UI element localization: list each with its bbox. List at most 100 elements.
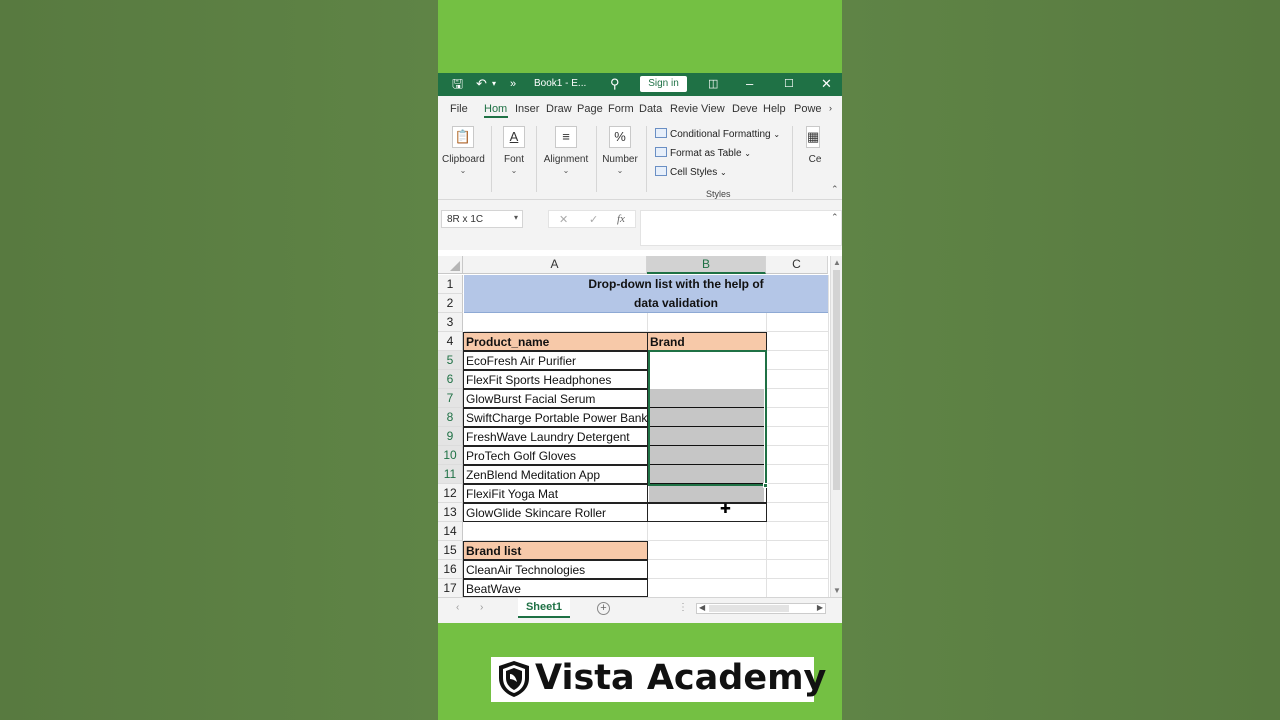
insert-function-icon[interactable]: fx xyxy=(617,213,625,225)
formula-bar: 8R x 1C ▾ ✕ ✓ fx ⌃ xyxy=(438,200,842,250)
undo-dropdown-icon[interactable]: ▾ xyxy=(492,77,496,91)
row-header[interactable]: 2 xyxy=(438,294,463,313)
column-header-c[interactable]: C xyxy=(766,256,828,274)
row-header[interactable]: 16 xyxy=(438,560,463,579)
enter-icon[interactable]: ✓ xyxy=(589,213,598,226)
row-header[interactable]: 7 xyxy=(438,389,463,408)
select-all-button[interactable] xyxy=(438,256,463,274)
brand-cell[interactable] xyxy=(647,503,767,522)
maximize-icon[interactable]: ☐ xyxy=(784,77,794,91)
column-header-b[interactable]: B xyxy=(647,256,766,274)
cells-group[interactable]: ▦ Ce xyxy=(800,126,830,165)
name-box[interactable]: 8R x 1C ▾ xyxy=(441,210,523,228)
alignment-label: Alignment xyxy=(543,154,589,165)
chevron-down-icon[interactable]: ▾ xyxy=(514,213,518,222)
scroll-right-icon[interactable]: ▶ xyxy=(817,603,823,612)
tab-review[interactable]: Revie xyxy=(670,103,698,115)
row-header[interactable]: 1 xyxy=(438,275,463,294)
prev-sheet-icon[interactable]: ‹ xyxy=(456,602,459,613)
row-header[interactable]: 3 xyxy=(438,313,463,332)
column-header-a[interactable]: A xyxy=(463,256,647,274)
tab-file[interactable]: File xyxy=(450,103,468,115)
product-cell[interactable]: EcoFresh Air Purifier xyxy=(463,351,648,370)
row-header[interactable]: 5 xyxy=(438,351,463,370)
alignment-group[interactable]: ≡ Alignment ⌄ xyxy=(541,126,591,175)
chevron-down-icon: ⌄ xyxy=(616,166,624,175)
tab-insert[interactable]: Inser xyxy=(515,103,539,115)
undo-icon[interactable]: ↶ xyxy=(476,77,487,91)
tab-formulas[interactable]: Form xyxy=(608,103,634,115)
brand-list-item[interactable]: CleanAir Technologies xyxy=(463,560,648,579)
tabs-scroll-right-icon[interactable]: › xyxy=(829,103,832,113)
row-header[interactable]: 4 xyxy=(438,332,463,351)
clipboard-label: Clipboard xyxy=(442,154,485,165)
brand-list-header[interactable]: Brand list xyxy=(463,541,648,560)
format-as-table-button[interactable]: Format as Table ⌄ xyxy=(655,147,751,159)
conditional-formatting-button[interactable]: Conditional Formatting ⌄ xyxy=(655,128,780,140)
clipboard-group[interactable]: 📋 Clipboard ⌄ xyxy=(442,126,485,175)
title-cell[interactable]: Drop-down list with the help of data val… xyxy=(464,275,828,313)
cell-styles-button[interactable]: Cell Styles ⌄ xyxy=(655,166,727,178)
ribbon-divider xyxy=(536,126,537,192)
row-header[interactable]: 15 xyxy=(438,541,463,560)
row-header[interactable]: 12 xyxy=(438,484,463,503)
scroll-thumb[interactable] xyxy=(833,270,840,490)
search-icon[interactable]: ⚲ xyxy=(610,77,620,91)
header-product-name[interactable]: Product_name xyxy=(463,332,648,351)
close-icon[interactable]: ✕ xyxy=(821,77,832,91)
tab-view[interactable]: View xyxy=(701,103,725,115)
tab-data[interactable]: Data xyxy=(639,103,662,115)
tab-developer[interactable]: Deve xyxy=(732,103,758,115)
header-brand[interactable]: Brand xyxy=(647,332,767,351)
product-cell[interactable]: GlowBurst Facial Serum xyxy=(463,389,648,408)
collapse-ribbon-icon[interactable]: ⌃ xyxy=(831,184,839,195)
brand-cell[interactable] xyxy=(647,484,767,503)
font-group[interactable]: A Font ⌄ xyxy=(498,126,530,175)
brand-list-item[interactable]: BeatWave xyxy=(463,579,648,597)
row-header[interactable]: 17 xyxy=(438,579,463,598)
row-header[interactable]: 13 xyxy=(438,503,463,522)
product-cell[interactable]: ZenBlend Meditation App xyxy=(463,465,648,484)
tab-home[interactable]: Hom xyxy=(484,103,507,115)
save-icon[interactable]: 🖫 xyxy=(452,77,463,91)
number-group[interactable]: % Number ⌄ xyxy=(601,126,639,175)
tab-page-layout[interactable]: Page xyxy=(577,103,603,115)
horizontal-scrollbar[interactable]: ◀ ▶ xyxy=(696,603,826,614)
product-cell[interactable]: FreshWave Laundry Detergent xyxy=(463,427,648,446)
row-header[interactable]: 10 xyxy=(438,446,463,465)
tab-split-handle-icon[interactable]: ⋮ xyxy=(678,602,688,613)
next-sheet-icon[interactable]: › xyxy=(480,602,483,613)
vertical-scrollbar[interactable]: ▲ ▼ xyxy=(830,256,842,597)
selection-outline xyxy=(648,350,767,486)
tab-power-pivot[interactable]: Powe xyxy=(794,103,822,115)
tab-draw[interactable]: Draw xyxy=(546,103,572,115)
product-cell[interactable]: ProTech Golf Gloves xyxy=(463,446,648,465)
worksheet-grid[interactable]: A B C 1 2 3 4 5 6 7 8 9 10 11 12 13 14 1… xyxy=(438,256,842,598)
product-cell[interactable]: GlowGlide Skincare Roller xyxy=(463,503,648,522)
product-cell[interactable]: FlexFit Sports Headphones xyxy=(463,370,648,389)
scroll-thumb[interactable] xyxy=(709,605,789,612)
cancel-icon[interactable]: ✕ xyxy=(559,213,568,226)
product-cell[interactable]: FlexiFit Yoga Mat xyxy=(463,484,648,503)
fill-handle[interactable] xyxy=(763,483,768,488)
scroll-down-icon[interactable]: ▼ xyxy=(833,586,841,595)
expand-formula-bar-icon[interactable]: ⌃ xyxy=(831,212,839,223)
formula-buttons: ✕ ✓ fx xyxy=(548,210,636,228)
more-commands-icon[interactable]: » xyxy=(510,77,516,91)
scroll-up-icon[interactable]: ▲ xyxy=(833,258,841,267)
scroll-left-icon[interactable]: ◀ xyxy=(699,603,705,612)
sign-in-button[interactable]: Sign in xyxy=(640,76,687,92)
minimize-icon[interactable]: – xyxy=(746,77,753,91)
sheet-tab-sheet1[interactable]: Sheet1 xyxy=(518,598,570,618)
row-header[interactable]: 6 xyxy=(438,370,463,389)
add-sheet-icon[interactable]: + xyxy=(597,602,610,615)
row-header[interactable]: 14 xyxy=(438,522,463,541)
row-header[interactable]: 8 xyxy=(438,408,463,427)
row-header[interactable]: 9 xyxy=(438,427,463,446)
ribbon-display-icon[interactable]: ◫ xyxy=(708,77,718,91)
formula-input[interactable] xyxy=(640,210,842,246)
tab-help[interactable]: Help xyxy=(763,103,786,115)
sheet-tab-bar: ‹ › Sheet1 + ⋮ ◀ ▶ xyxy=(438,597,842,623)
row-header[interactable]: 11 xyxy=(438,465,463,484)
product-cell[interactable]: SwiftCharge Portable Power Bank xyxy=(463,408,648,427)
